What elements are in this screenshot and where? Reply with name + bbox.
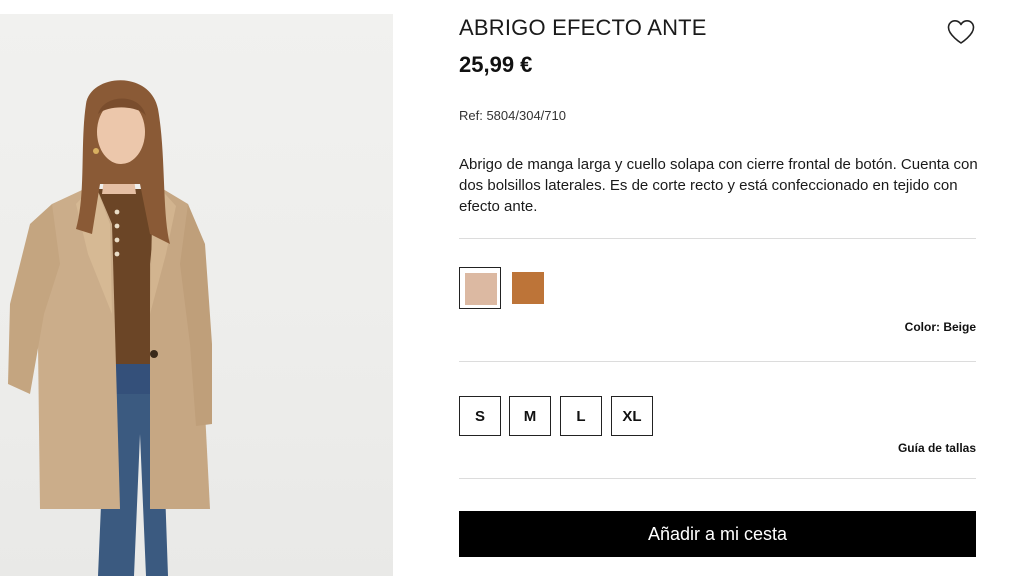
product-reference: Ref: 5804/304/710 bbox=[459, 108, 566, 123]
heart-outline-icon bbox=[947, 20, 975, 44]
add-to-cart-button[interactable]: Añadir a mi cesta bbox=[459, 511, 976, 557]
color-swatch-camel[interactable] bbox=[507, 267, 549, 309]
color-chip-beige bbox=[465, 273, 497, 305]
size-guide-link[interactable]: Guía de tallas bbox=[898, 441, 976, 455]
divider bbox=[459, 478, 976, 479]
size-option-m[interactable]: M bbox=[509, 396, 551, 436]
divider bbox=[459, 361, 976, 362]
product-price: 25,99 € bbox=[459, 52, 533, 77]
color-swatch-beige[interactable] bbox=[459, 267, 501, 309]
product-description: Abrigo de manga larga y cuello solapa co… bbox=[459, 156, 978, 215]
size-option-l[interactable]: L bbox=[560, 396, 602, 436]
size-option-s[interactable]: S bbox=[459, 396, 501, 436]
size-option-xl[interactable]: XL bbox=[611, 396, 653, 436]
color-chip-camel bbox=[512, 272, 544, 304]
model-illustration bbox=[8, 80, 212, 576]
favorite-button[interactable] bbox=[946, 18, 976, 46]
divider bbox=[459, 238, 976, 239]
product-image[interactable] bbox=[0, 14, 393, 576]
product-title: ABRIGO EFECTO ANTE bbox=[459, 15, 707, 40]
selected-color-label: Color: Beige bbox=[904, 320, 976, 334]
